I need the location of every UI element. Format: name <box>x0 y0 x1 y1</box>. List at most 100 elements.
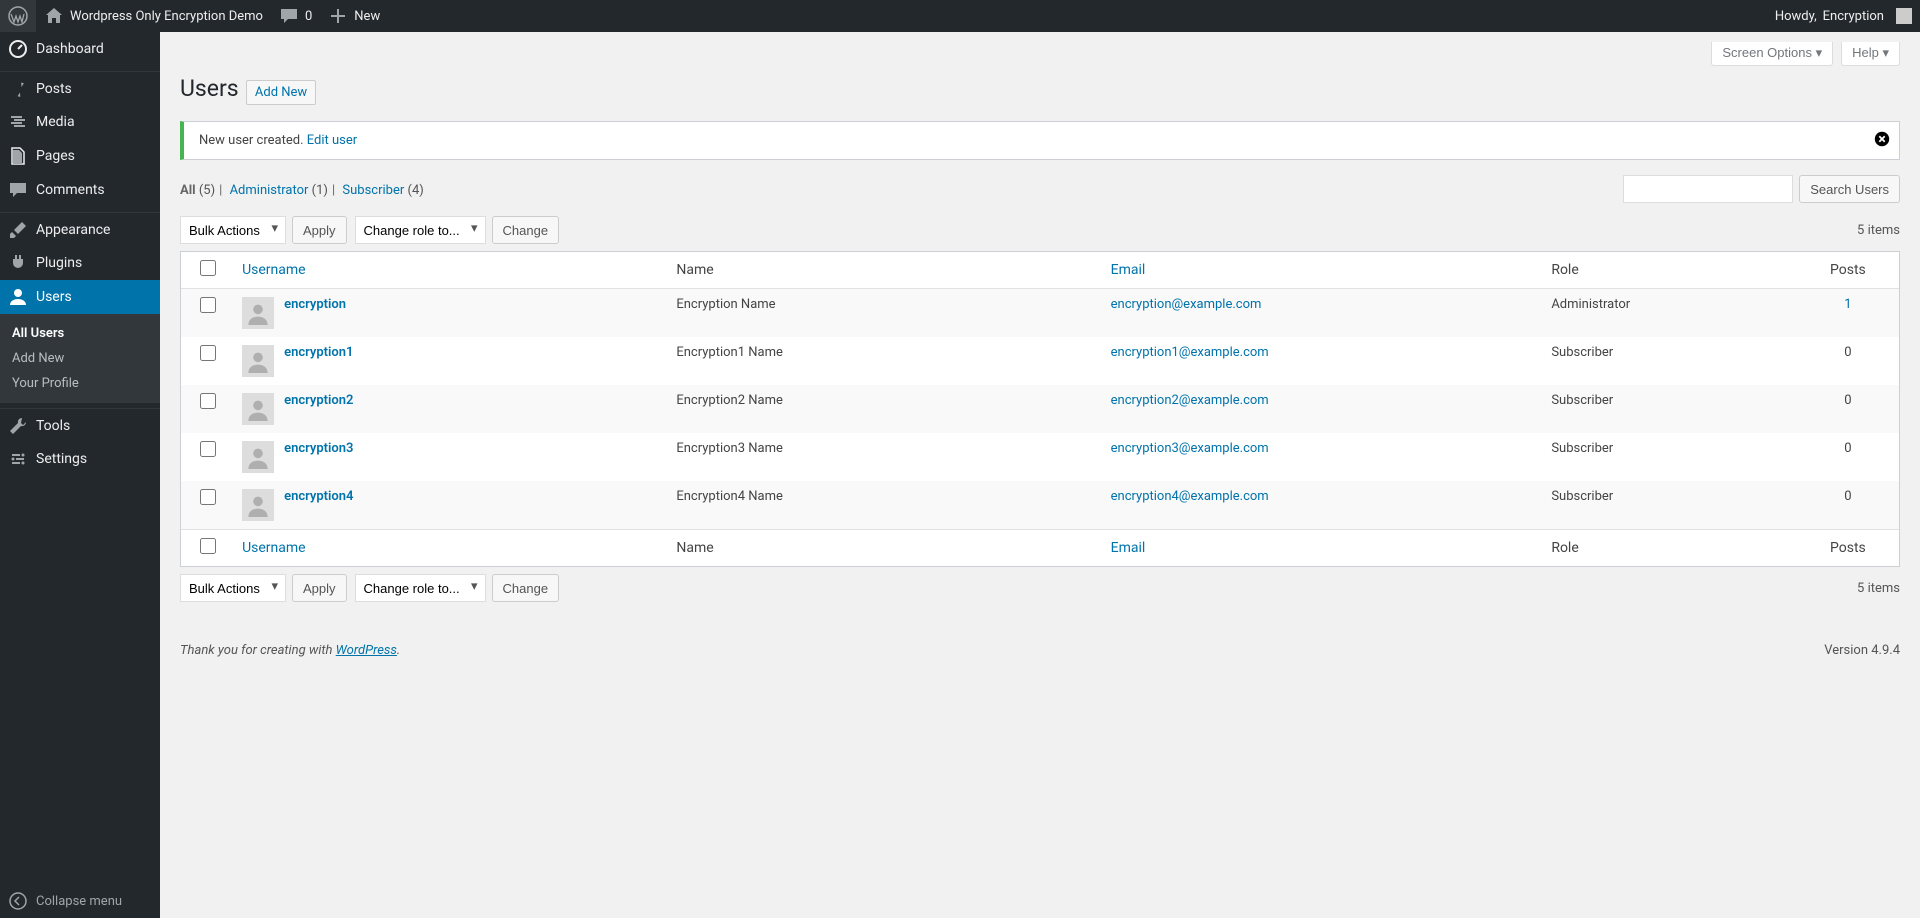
change-role-select-bottom[interactable]: Change role to... <box>355 574 486 602</box>
user-role-cell: Administrator <box>1541 289 1796 337</box>
user-email-link[interactable]: encryption4@example.com <box>1111 489 1269 504</box>
user-name-cell: Encryption Name <box>666 289 1100 337</box>
filter-administrator[interactable]: Administrator <box>230 183 309 198</box>
current-user-name: Encryption <box>1823 9 1884 24</box>
row-checkbox[interactable] <box>200 489 216 505</box>
edit-user-link[interactable]: Edit user <box>307 133 357 148</box>
user-email-link[interactable]: encryption2@example.com <box>1111 393 1269 408</box>
sidebar-item-label: Media <box>36 114 75 130</box>
settings-icon <box>8 449 28 469</box>
avatar-icon <box>246 445 270 469</box>
user-name-cell: Encryption2 Name <box>666 385 1100 433</box>
table-row: encryption2 Encryption2 Name encryption2@e… <box>181 385 1899 433</box>
user-role-cell: Subscriber <box>1541 481 1796 529</box>
row-checkbox[interactable] <box>200 297 216 313</box>
apply-bulk-top[interactable]: Apply <box>292 216 347 244</box>
user-posts-link[interactable]: 1 <box>1844 297 1851 312</box>
pin-icon <box>8 79 28 99</box>
sidebar-item-label: Appearance <box>36 222 110 238</box>
col-username[interactable]: Username <box>242 262 306 278</box>
sidebar-subitem-your-profile[interactable]: Your Profile <box>0 371 160 396</box>
avatar-icon <box>246 397 270 421</box>
col-email-foot[interactable]: Email <box>1111 540 1146 556</box>
col-role-foot: Role <box>1541 529 1796 566</box>
footer-version: Version 4.9.4 <box>1824 643 1900 658</box>
sidebar-subitem-add-new[interactable]: Add New <box>0 346 160 371</box>
username-link[interactable]: encryption4 <box>284 489 353 504</box>
collapse-menu-button[interactable]: Collapse menu <box>0 884 160 918</box>
filter-admin-count: (1) <box>312 183 328 198</box>
sidebar-item-tools[interactable]: Tools <box>0 408 160 442</box>
item-count-bottom: 5 items <box>1857 581 1900 596</box>
row-checkbox[interactable] <box>200 441 216 457</box>
sidebar-item-label: Posts <box>36 81 72 97</box>
role-filters: All (5)| Administrator (1)| Subscriber (… <box>180 183 424 198</box>
search-users-input[interactable] <box>1623 175 1793 203</box>
user-name-cell: Encryption3 Name <box>666 433 1100 481</box>
sidebar-item-dashboard[interactable]: Dashboard <box>0 32 160 66</box>
dismiss-notice-button[interactable] <box>1873 130 1891 152</box>
user-email-link[interactable]: encryption3@example.com <box>1111 441 1269 456</box>
item-count-top: 5 items <box>1857 223 1900 238</box>
username-link[interactable]: encryption1 <box>284 345 353 360</box>
sidebar-item-appearance[interactable]: Appearance <box>0 212 160 246</box>
change-role-button-bottom[interactable]: Change <box>492 574 560 602</box>
sidebar-item-settings[interactable]: Settings <box>0 442 160 476</box>
select-all-checkbox-bottom[interactable] <box>200 538 216 554</box>
user-email-link[interactable]: encryption@example.com <box>1111 297 1262 312</box>
change-role-button-top[interactable]: Change <box>492 216 560 244</box>
apply-bulk-bottom[interactable]: Apply <box>292 574 347 602</box>
user-name-cell: Encryption1 Name <box>666 337 1100 385</box>
user-posts-count: 0 <box>1844 393 1851 408</box>
sidebar-subitem-all-users[interactable]: All Users <box>0 321 160 346</box>
filter-subscriber[interactable]: Subscriber <box>342 183 404 198</box>
user-posts-count: 0 <box>1844 441 1851 456</box>
username-link[interactable]: encryption <box>284 297 346 312</box>
users-table: Username Name Email Role Posts encryptio… <box>180 251 1900 567</box>
sidebar-item-comments[interactable]: Comments <box>0 173 160 207</box>
col-email[interactable]: Email <box>1111 262 1146 278</box>
user-email-link[interactable]: encryption1@example.com <box>1111 345 1269 360</box>
add-new-user-button[interactable]: Add New <box>246 80 316 105</box>
user-role-cell: Subscriber <box>1541 385 1796 433</box>
comment-icon <box>279 6 299 26</box>
comment-icon <box>8 180 28 200</box>
admin-sidebar: Dashboard Posts Media PagesComments Appearan… <box>0 32 160 918</box>
sidebar-item-users[interactable]: Users <box>0 280 160 314</box>
my-account-menu[interactable]: Howdy, Encryption <box>1767 0 1920 32</box>
screen-options-toggle[interactable]: Screen Options <box>1711 42 1833 66</box>
avatar-icon <box>246 493 270 517</box>
comments-count: 0 <box>305 9 312 24</box>
bulk-action-select-bottom[interactable]: Bulk Actions <box>180 574 286 602</box>
username-link[interactable]: encryption2 <box>284 393 353 408</box>
row-checkbox[interactable] <box>200 393 216 409</box>
sidebar-item-plugins[interactable]: Plugins <box>0 246 160 280</box>
avatar <box>242 345 274 377</box>
row-checkbox[interactable] <box>200 345 216 361</box>
col-username-foot[interactable]: Username <box>242 540 306 556</box>
help-toggle[interactable]: Help <box>1841 42 1900 66</box>
sidebar-item-posts[interactable]: Posts <box>0 71 160 105</box>
user-posts-count: 0 <box>1844 489 1851 504</box>
table-row: encryption3 Encryption3 Name encryption3@e… <box>181 433 1899 481</box>
user-role-cell: Subscriber <box>1541 433 1796 481</box>
user-name-cell: Encryption4 Name <box>666 481 1100 529</box>
new-content-menu[interactable]: New <box>320 0 388 32</box>
select-all-checkbox-top[interactable] <box>200 260 216 276</box>
username-link[interactable]: encryption3 <box>284 441 353 456</box>
bulk-action-select-top[interactable]: Bulk Actions <box>180 216 286 244</box>
collapse-label: Collapse menu <box>36 894 122 909</box>
comments-menu[interactable]: 0 <box>271 0 320 32</box>
sidebar-item-label: Users <box>36 289 72 305</box>
sidebar-item-media[interactable]: Media <box>0 105 160 139</box>
change-role-select-top[interactable]: Change role to... <box>355 216 486 244</box>
site-name-menu[interactable]: Wordpress Only Encryption Demo <box>36 0 271 32</box>
wp-logo-menu[interactable] <box>0 0 36 32</box>
footer-wordpress-link[interactable]: WordPress <box>336 643 397 658</box>
search-users-button[interactable]: Search Users <box>1799 175 1900 203</box>
col-posts-foot: Posts <box>1797 529 1899 566</box>
filter-all[interactable]: All <box>180 183 196 198</box>
sidebar-item-pages[interactable]: Pages <box>0 139 160 173</box>
avatar-icon <box>246 301 270 325</box>
home-icon <box>44 6 64 26</box>
